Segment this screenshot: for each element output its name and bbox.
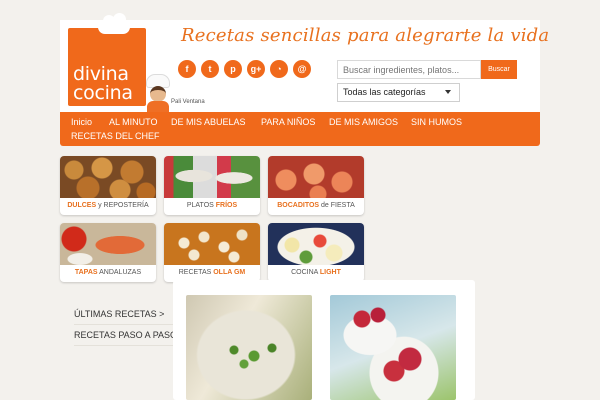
search-input[interactable]	[337, 60, 481, 79]
category-caption: RECETAS OLLA GM	[178, 269, 246, 276]
recipe-thumbnail[interactable]	[186, 295, 312, 400]
recipe-thumbnail[interactable]	[330, 295, 456, 400]
category-image	[60, 156, 156, 198]
category-image	[268, 156, 364, 198]
category-caption: DULCES y REPOSTERÍA	[67, 202, 149, 209]
recipe-panel	[173, 280, 475, 400]
nav-item-al-minuto[interactable]: AL MINUTO	[109, 117, 158, 127]
pinterest-icon[interactable]: p	[224, 60, 242, 78]
search-button[interactable]: Buscar	[481, 60, 517, 79]
category-image	[164, 223, 260, 265]
google-plus-icon[interactable]: g+	[247, 60, 265, 78]
chef-body	[147, 101, 169, 112]
category-caption: COCINA LIGHT	[291, 269, 341, 276]
category-tile-bocaditos[interactable]: BOCADITOS de FIESTA	[268, 156, 364, 215]
nav-item-para-ninos[interactable]: PARA NIÑOS	[261, 117, 315, 127]
category-image	[268, 223, 364, 265]
category-caption: BOCADITOS de FIESTA	[277, 202, 355, 209]
email-icon[interactable]: @	[293, 60, 311, 78]
chef-name: Pali Ventana	[171, 99, 205, 105]
category-caption: TAPAS ANDALUZAS	[74, 269, 142, 276]
main-nav: Inicio AL MINUTO DE MIS ABUELAS PARA NIÑ…	[60, 112, 540, 146]
category-caption: PLATOS FRÍOS	[186, 202, 238, 209]
nav-item-recetas-del-chef[interactable]: RECETAS DEL CHEF	[71, 131, 160, 141]
chevron-down-icon	[445, 90, 451, 94]
site-tagline: Recetas sencillas para alegrarte la vida	[181, 25, 550, 46]
nav-item-de-mis-amigos[interactable]: DE MIS AMIGOS	[329, 117, 398, 127]
social-links: f t p g+ ◔ @	[178, 60, 311, 78]
category-tile-light[interactable]: COCINA LIGHT	[268, 223, 364, 282]
garnish-decoration	[224, 340, 284, 370]
site-header: divina cocina Pali Ventana Recetas senci…	[60, 13, 549, 112]
category-image	[164, 156, 260, 198]
category-select-value: Todas las categorías	[343, 87, 426, 97]
logo-line-2: cocina	[73, 82, 133, 104]
chef-avatar	[143, 74, 173, 112]
category-tile-olla-gm[interactable]: RECETAS OLLA GM	[164, 223, 260, 282]
rss-icon[interactable]: ◔	[270, 60, 288, 78]
logo-cloud-icon	[98, 13, 130, 34]
category-tile-platos-frios[interactable]: PLATOS FRÍOS	[164, 156, 260, 215]
chef-face	[150, 86, 166, 102]
nav-item-inicio[interactable]: Inicio	[71, 117, 92, 127]
category-tile-tapas[interactable]: TAPAS ANDALUZAS	[60, 223, 156, 282]
logo-text: divina cocina	[73, 65, 133, 103]
site-logo[interactable]: divina cocina	[68, 13, 146, 106]
category-tile-dulces[interactable]: DULCES y REPOSTERÍA	[60, 156, 156, 215]
category-select[interactable]: Todas las categorías	[337, 83, 460, 102]
nav-item-sin-humos[interactable]: SIN HUMOS	[411, 117, 462, 127]
facebook-icon[interactable]: f	[178, 60, 196, 78]
nav-item-de-mis-abuelas[interactable]: DE MIS ABUELAS	[171, 117, 246, 127]
twitter-icon[interactable]: t	[201, 60, 219, 78]
category-image	[60, 223, 156, 265]
